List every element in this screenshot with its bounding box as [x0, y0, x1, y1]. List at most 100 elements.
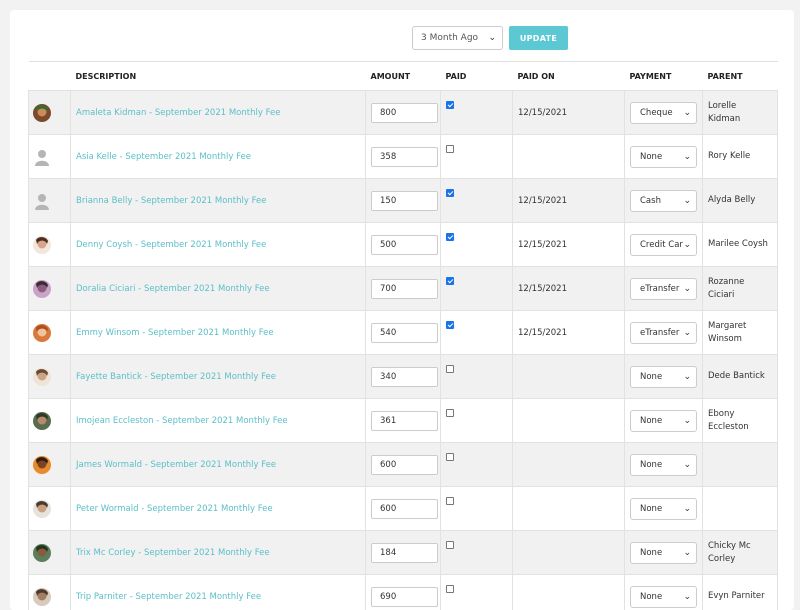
payment-select-value: Cash [640, 196, 683, 206]
payment-select[interactable]: Credit Card⌄ [630, 234, 697, 256]
paid-checkbox[interactable] [446, 453, 454, 461]
parent-name: Rory Kelle [703, 135, 778, 179]
paid-checkbox[interactable] [446, 409, 454, 417]
chevron-down-icon: ⌄ [683, 416, 691, 426]
payment-select[interactable]: Cheque⌄ [630, 102, 697, 124]
fee-description-link[interactable]: Trix Mc Corley - September 2021 Monthly … [76, 548, 270, 558]
amount-input[interactable] [371, 147, 438, 167]
amount-input[interactable] [371, 323, 438, 343]
fees-table: DESCRIPTION AMOUNT PAID PAID ON PAYMENT … [28, 61, 778, 610]
paid-checkbox[interactable] [446, 541, 454, 549]
chevron-down-icon: ⌄ [683, 240, 691, 250]
paid-on-cell: 12/15/2021 [513, 311, 625, 355]
fee-description-link[interactable]: Imojean Eccleston - September 2021 Month… [76, 416, 288, 426]
amount-input[interactable] [371, 543, 438, 563]
chevron-down-icon: ⌄ [683, 460, 691, 470]
paid-on-date: 12/15/2021 [518, 108, 567, 118]
chevron-down-icon: ⌄ [683, 504, 691, 514]
header-paid-on: PAID ON [513, 62, 625, 91]
paid-checkbox[interactable] [446, 321, 454, 329]
fee-description-link[interactable]: Asia Kelle - September 2021 Monthly Fee [76, 152, 251, 162]
fee-description-link[interactable]: Trip Parniter - September 2021 Monthly F… [76, 592, 261, 602]
chevron-down-icon: ⌄ [683, 592, 691, 602]
amount-input[interactable] [371, 499, 438, 519]
paid-cell [441, 399, 513, 443]
amount-input[interactable] [371, 367, 438, 387]
header-paid: PAID [441, 62, 513, 91]
amount-input[interactable] [371, 279, 438, 299]
amount-cell [366, 267, 441, 311]
fee-description-link[interactable]: Peter Wormald - September 2021 Monthly F… [76, 504, 273, 514]
payment-cell: None⌄ [625, 575, 703, 610]
amount-input[interactable] [371, 191, 438, 211]
paid-checkbox[interactable] [446, 145, 454, 153]
payment-select[interactable]: None⌄ [630, 410, 697, 432]
amount-cell [366, 91, 441, 135]
amount-input[interactable] [371, 455, 438, 475]
amount-input[interactable] [371, 587, 438, 607]
paid-cell [441, 355, 513, 399]
fee-description-link[interactable]: Brianna Belly - September 2021 Monthly F… [76, 196, 267, 206]
payment-select[interactable]: None⌄ [630, 586, 697, 608]
avatar-cell [29, 575, 71, 610]
paid-checkbox[interactable] [446, 585, 454, 593]
header-avatar [29, 62, 71, 91]
table-row: Denny Coysh - September 2021 Monthly Fee… [29, 223, 778, 267]
chevron-down-icon: ⌄ [488, 33, 496, 43]
fee-description-link[interactable]: Fayette Bantick - September 2021 Monthly… [76, 372, 276, 382]
parent-name: Evyn Parniter [703, 575, 778, 610]
payment-select[interactable]: None⌄ [630, 498, 697, 520]
payment-select[interactable]: None⌄ [630, 542, 697, 564]
payment-select-value: None [640, 592, 683, 602]
paid-on-cell [513, 487, 625, 531]
paid-checkbox[interactable] [446, 233, 454, 241]
fee-description-link[interactable]: Denny Coysh - September 2021 Monthly Fee [76, 240, 266, 250]
paid-checkbox[interactable] [446, 189, 454, 197]
avatar-cell [29, 267, 71, 311]
payment-select-value: eTransfer [640, 284, 683, 294]
avatar-cell [29, 91, 71, 135]
avatar-cell [29, 311, 71, 355]
parent-name: Chicky Mc Corley [703, 531, 778, 575]
paid-cell [441, 443, 513, 487]
chevron-down-icon: ⌄ [683, 108, 691, 118]
header-payment: PAYMENT [625, 62, 703, 91]
paid-on-cell: 12/15/2021 [513, 267, 625, 311]
paid-cell [441, 135, 513, 179]
payment-select-value: None [640, 460, 683, 470]
period-select[interactable]: 3 Month Ago ⌄ [412, 26, 503, 50]
paid-cell [441, 267, 513, 311]
period-select-value: 3 Month Ago [421, 33, 478, 43]
payment-select[interactable]: None⌄ [630, 146, 697, 168]
amount-input[interactable] [371, 235, 438, 255]
table-row: Doralia Ciciari - September 2021 Monthly… [29, 267, 778, 311]
payment-cell: Cash⌄ [625, 179, 703, 223]
payment-select[interactable]: None⌄ [630, 454, 697, 476]
default-user-icon [33, 148, 51, 166]
avatar [33, 104, 51, 122]
avatar [33, 236, 51, 254]
paid-on-cell: 12/15/2021 [513, 223, 625, 267]
paid-checkbox[interactable] [446, 365, 454, 373]
paid-checkbox[interactable] [446, 277, 454, 285]
payment-select[interactable]: eTransfer⌄ [630, 278, 697, 300]
avatar-cell [29, 179, 71, 223]
paid-on-cell [513, 531, 625, 575]
paid-on-cell: 12/15/2021 [513, 91, 625, 135]
paid-checkbox[interactable] [446, 497, 454, 505]
amount-input[interactable] [371, 411, 438, 431]
payment-select[interactable]: Cash⌄ [630, 190, 697, 212]
paid-checkbox[interactable] [446, 101, 454, 109]
payment-cell: None⌄ [625, 531, 703, 575]
fee-description-link[interactable]: Amaleta Kidman - September 2021 Monthly … [76, 108, 280, 118]
fee-description-link[interactable]: Emmy Winsom - September 2021 Monthly Fee [76, 328, 274, 338]
payment-select[interactable]: eTransfer⌄ [630, 322, 697, 344]
description-cell: Trip Parniter - September 2021 Monthly F… [71, 575, 366, 610]
update-button[interactable]: UPDATE [509, 26, 568, 50]
payment-select[interactable]: None⌄ [630, 366, 697, 388]
fee-description-link[interactable]: James Wormald - September 2021 Monthly F… [76, 460, 276, 470]
fee-description-link[interactable]: Doralia Ciciari - September 2021 Monthly… [76, 284, 270, 294]
payment-cell: eTransfer⌄ [625, 311, 703, 355]
amount-input[interactable] [371, 103, 438, 123]
chevron-down-icon: ⌄ [683, 284, 691, 294]
